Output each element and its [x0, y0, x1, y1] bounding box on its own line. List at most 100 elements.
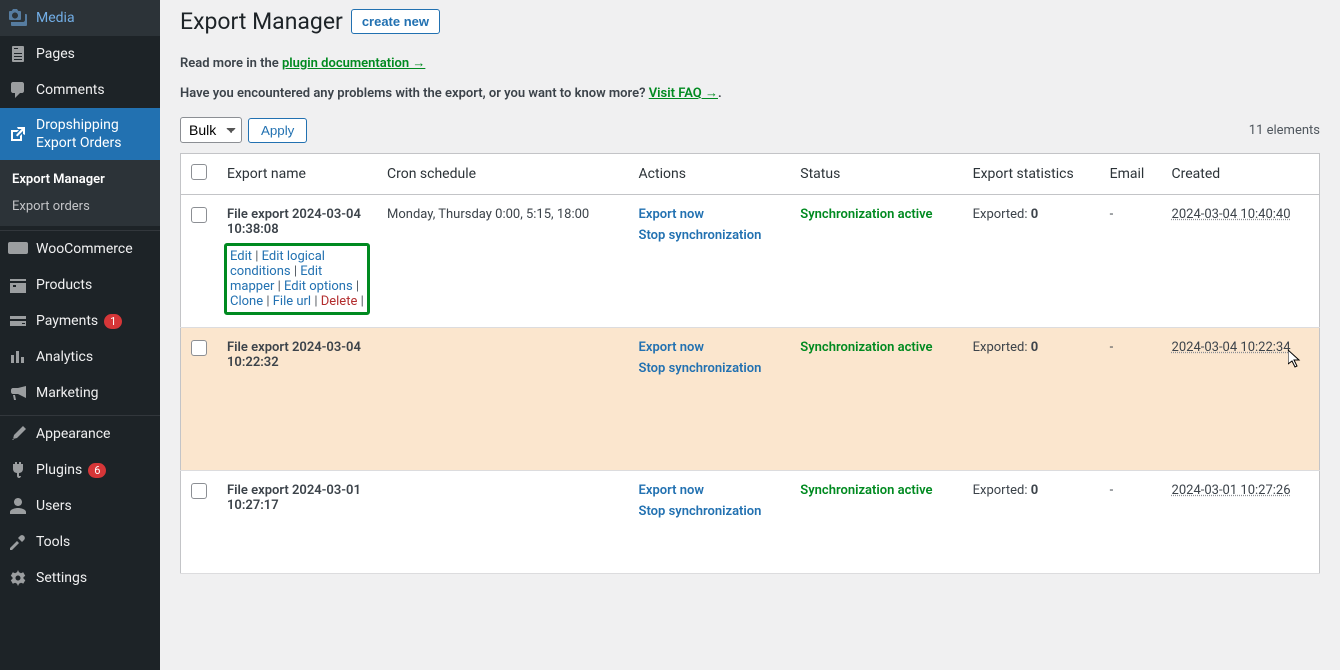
sidebar-item-label: Plugins	[36, 461, 82, 479]
select-all-checkbox[interactable]	[191, 164, 207, 180]
col-stats: Export statistics	[963, 154, 1100, 195]
sidebar-submenu: Export Manager Export orders	[0, 160, 160, 226]
created-timestamp: 2024-03-01 10:27:26	[1172, 483, 1291, 498]
products-icon	[8, 275, 28, 295]
sidebar-item-label: Comments	[36, 81, 105, 99]
submenu-item-export-orders[interactable]: Export orders	[0, 193, 160, 220]
export-icon	[8, 124, 28, 144]
sidebar-item-label: Media	[36, 9, 75, 27]
edit-link[interactable]: Edit	[230, 249, 252, 264]
status-badge: Synchronization active	[800, 340, 932, 355]
export-now-link[interactable]: Export now	[639, 340, 781, 355]
created-timestamp: 2024-03-04 10:40:40	[1172, 207, 1291, 222]
apply-button[interactable]: Apply	[248, 118, 307, 143]
analytics-icon	[8, 347, 28, 367]
row-checkbox[interactable]	[191, 483, 207, 499]
sidebar-item-label: Analytics	[36, 348, 93, 366]
col-actions: Actions	[629, 154, 791, 195]
clone-link[interactable]: Clone	[230, 294, 263, 309]
exported-label: Exported:	[973, 483, 1031, 498]
brush-icon	[8, 424, 28, 444]
created-timestamp: 2024-03-04 10:22:34	[1172, 340, 1291, 355]
export-now-link[interactable]: Export now	[639, 207, 781, 222]
col-cron[interactable]: Cron schedule	[377, 154, 629, 195]
user-icon	[8, 496, 28, 516]
exported-label: Exported:	[973, 207, 1031, 222]
media-icon	[8, 8, 28, 28]
export-name[interactable]: File export 2024-03-01 10:27:17	[227, 483, 361, 513]
sidebar-item-appearance[interactable]: Appearance	[0, 416, 160, 452]
submenu-item-export-manager[interactable]: Export Manager	[0, 166, 160, 193]
row-checkbox[interactable]	[191, 207, 207, 223]
plugin-icon	[8, 460, 28, 480]
create-new-button[interactable]: create new	[351, 9, 440, 34]
sidebar-item-comments[interactable]: Comments	[0, 72, 160, 108]
sidebar-item-label: Dropshipping Export Orders	[36, 116, 152, 152]
status-badge: Synchronization active	[800, 207, 932, 222]
email-cell: -	[1100, 195, 1162, 328]
email-cell: -	[1100, 328, 1162, 471]
col-email: Email	[1100, 154, 1162, 195]
megaphone-icon	[8, 383, 28, 403]
sidebar-item-label: Payments	[36, 312, 98, 330]
stop-sync-link[interactable]: Stop synchronization	[639, 504, 781, 519]
intro-docs: Read more in the plugin documentation →	[180, 55, 1320, 71]
sidebar-item-label: Appearance	[36, 425, 110, 443]
row-checkbox[interactable]	[191, 340, 207, 356]
file-url-link[interactable]: File url	[273, 294, 311, 309]
page-title: Export Manager	[180, 8, 343, 35]
sidebar-item-woocommerce[interactable]: WooCommerce	[0, 231, 160, 267]
sidebar-item-label: WooCommerce	[36, 240, 133, 258]
status-badge: Synchronization active	[800, 483, 932, 498]
cron-cell: Monday, Thursday 0:00, 5:15, 18:00	[377, 195, 629, 328]
sidebar-item-pages[interactable]: Pages	[0, 36, 160, 72]
sidebar-item-products[interactable]: Products	[0, 267, 160, 303]
elements-count: 11 elements	[1249, 123, 1320, 138]
wrench-icon	[8, 532, 28, 552]
sidebar-item-dropshipping-export[interactable]: Dropshipping Export Orders	[0, 108, 160, 160]
table-row: File export 2024-03-04 10:22:32 Export n…	[181, 328, 1320, 471]
cron-cell	[377, 471, 629, 574]
edit-options-link[interactable]: Edit options	[284, 279, 353, 294]
exported-count: 0	[1031, 483, 1038, 498]
visit-faq-link[interactable]: Visit FAQ →	[649, 86, 718, 101]
woo-icon	[8, 239, 28, 259]
stop-sync-link[interactable]: Stop synchronization	[639, 228, 781, 243]
export-now-link[interactable]: Export now	[639, 483, 781, 498]
payments-icon	[8, 311, 28, 331]
sidebar-item-media[interactable]: Media	[0, 0, 160, 36]
exported-label: Exported:	[973, 340, 1031, 355]
col-name[interactable]: Export name	[217, 154, 377, 195]
col-status[interactable]: Status	[790, 154, 962, 195]
export-name[interactable]: File export 2024-03-04 10:22:32	[227, 340, 361, 370]
col-created[interactable]: Created	[1162, 154, 1320, 195]
delete-link[interactable]: Delete	[321, 294, 358, 309]
sidebar-item-settings[interactable]: Settings	[0, 560, 160, 596]
sidebar-item-payments[interactable]: Payments 1	[0, 303, 160, 339]
intro-faq: Have you encountered any problems with t…	[180, 85, 1320, 101]
sidebar-item-label: Users	[36, 497, 72, 515]
cron-cell	[377, 328, 629, 471]
stop-sync-link[interactable]: Stop synchronization	[639, 361, 781, 376]
table-row: File export 2024-03-04 10:38:08 Edit | E…	[181, 195, 1320, 328]
sidebar-item-label: Marketing	[36, 384, 99, 402]
sidebar-item-analytics[interactable]: Analytics	[0, 339, 160, 375]
main-content: Export Manager create new Read more in t…	[160, 0, 1340, 670]
sidebar-item-label: Settings	[36, 569, 87, 587]
exported-count: 0	[1031, 207, 1038, 222]
sidebar-item-label: Products	[36, 276, 92, 294]
export-table: Export name Cron schedule Actions Status…	[180, 153, 1320, 574]
sidebar-item-tools[interactable]: Tools	[0, 524, 160, 560]
sidebar-item-users[interactable]: Users	[0, 488, 160, 524]
export-name[interactable]: File export 2024-03-04 10:38:08	[227, 207, 361, 237]
sidebar-item-plugins[interactable]: Plugins 6	[0, 452, 160, 488]
row-actions: Edit | Edit logical conditions | Edit ma…	[224, 243, 370, 315]
comments-icon	[8, 80, 28, 100]
plugin-docs-link[interactable]: plugin documentation →	[282, 56, 425, 71]
sidebar-item-label: Tools	[36, 533, 70, 551]
bulk-actions-select[interactable]: Bulk	[180, 117, 242, 143]
exported-count: 0	[1031, 340, 1038, 355]
sidebar-item-marketing[interactable]: Marketing	[0, 375, 160, 411]
badge-count: 1	[104, 314, 122, 329]
pages-icon	[8, 44, 28, 64]
